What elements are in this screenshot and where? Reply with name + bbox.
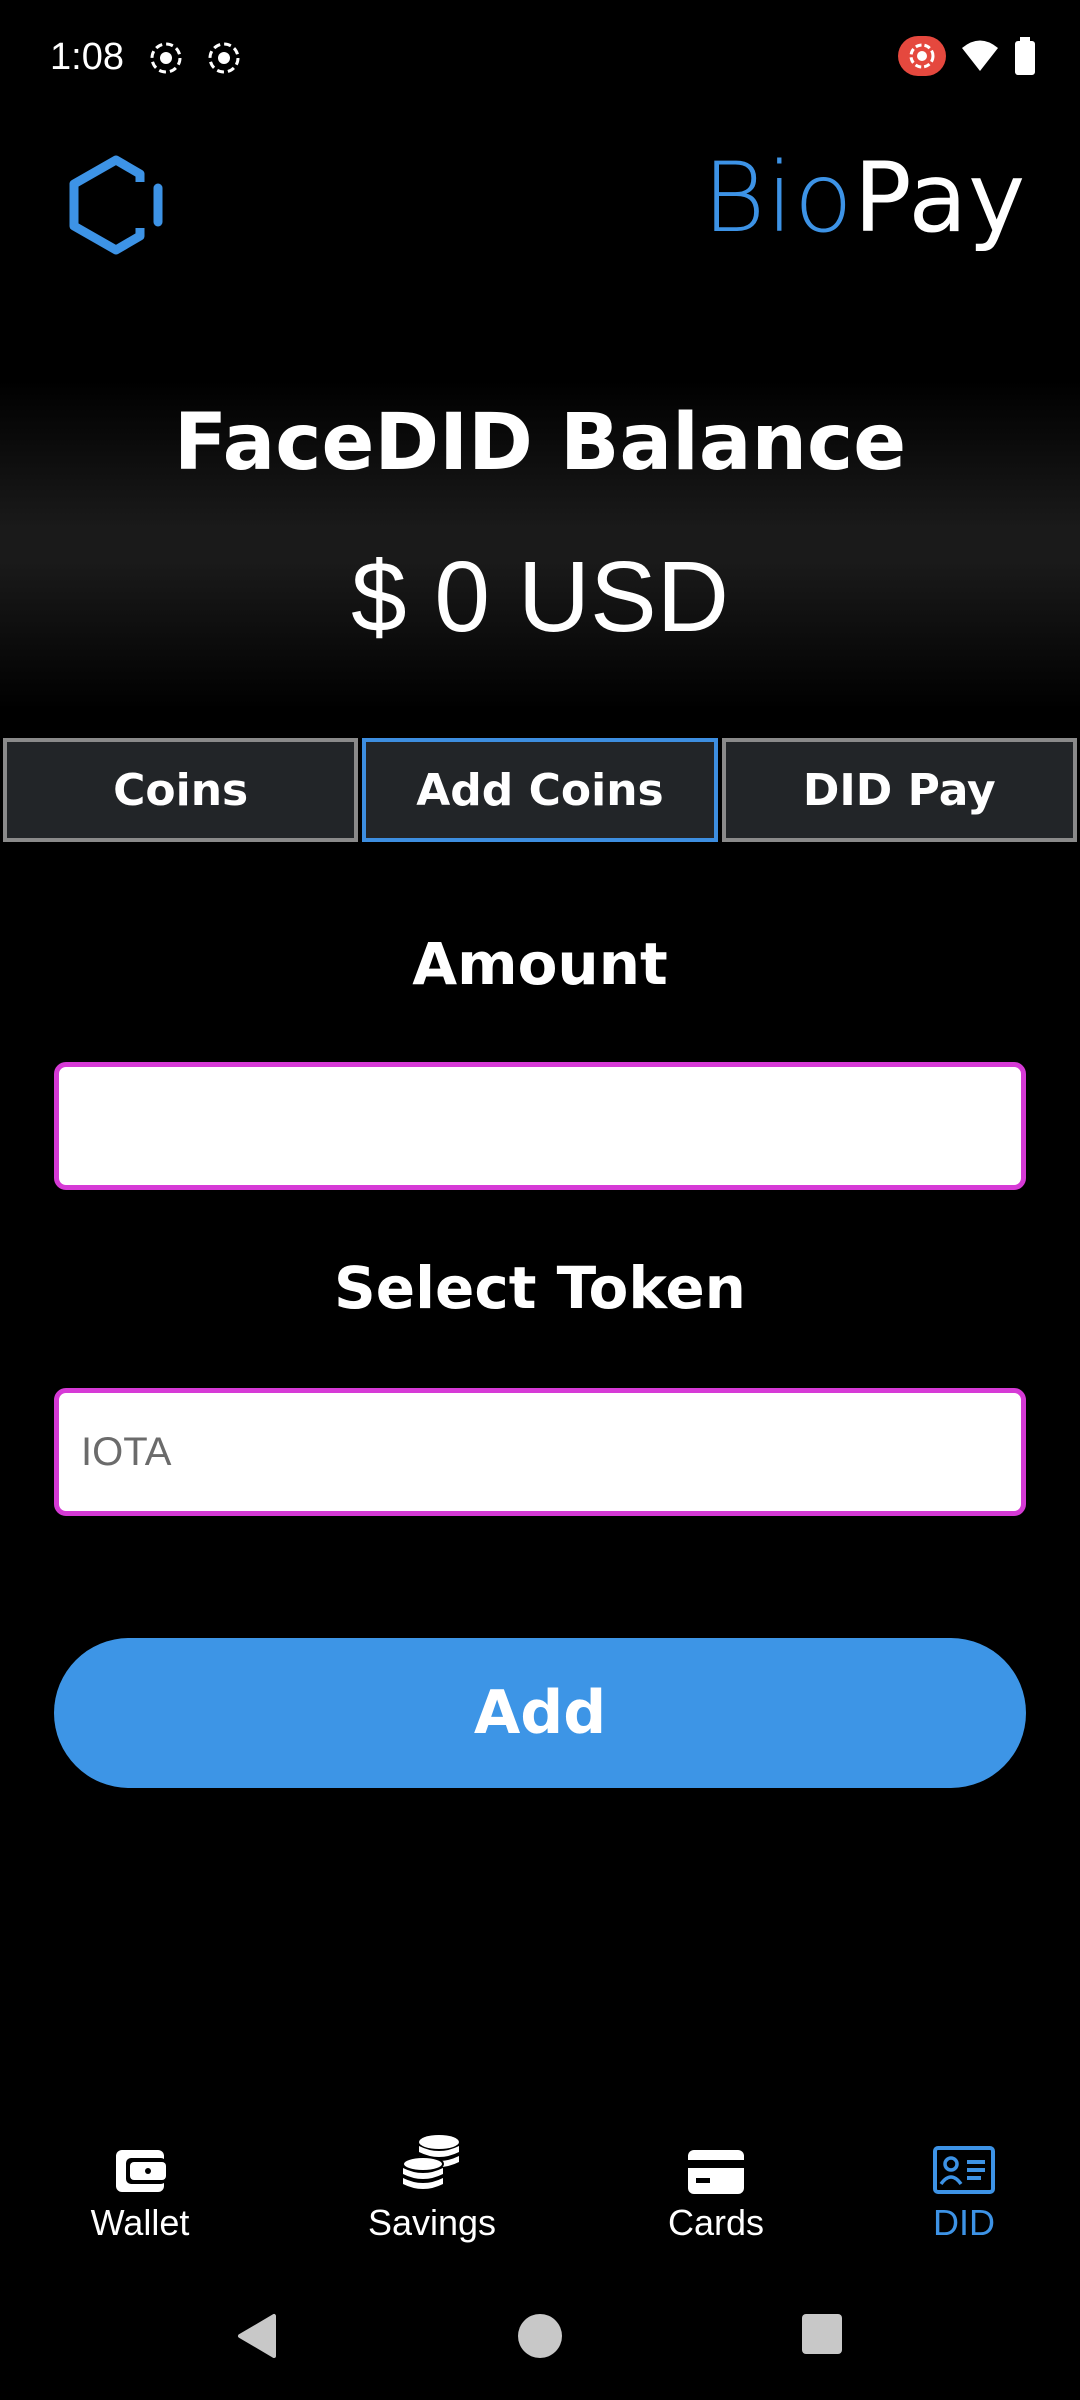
status-bar: 1:08	[0, 0, 1080, 120]
tab-did-pay[interactable]: DID Pay	[721, 738, 1077, 842]
amount-input[interactable]	[54, 1062, 1026, 1190]
add-button[interactable]: Add	[54, 1638, 1026, 1788]
nav-label-savings: Savings	[367, 2202, 497, 2243]
status-time: 1:08	[50, 36, 124, 78]
nav-item-did[interactable]: DID	[864, 2120, 1064, 2270]
wifi-icon	[962, 40, 998, 71]
screen-record-icon	[208, 42, 240, 74]
balance-title: FaceDID Balance	[173, 398, 907, 488]
nav-item-wallet[interactable]: Wallet	[40, 2120, 240, 2270]
coins-stack-icon	[402, 2135, 459, 2189]
nav-item-savings[interactable]: Savings	[332, 2120, 532, 2270]
home-icon[interactable]	[516, 2312, 564, 2360]
system-nav-bar	[0, 2290, 1080, 2390]
bottom-nav: Wallet Savings Cards DID	[0, 2120, 1080, 2270]
hexagon-logo-icon[interactable]	[60, 142, 172, 268]
screen: 1:08 BioPay FaceDID Balance $ 0 USD Coin…	[0, 0, 1080, 2400]
token-input[interactable]	[54, 1388, 1026, 1516]
battery-icon	[1015, 37, 1035, 75]
tab-coins[interactable]: Coins	[3, 738, 359, 842]
nav-item-cards[interactable]: Cards	[616, 2120, 816, 2270]
screen-record-icon	[150, 42, 182, 74]
recents-icon[interactable]	[800, 2312, 844, 2356]
brand-pay: Pay	[853, 142, 1026, 254]
brand-bio: Bio	[702, 142, 854, 254]
amount-label: Amount	[412, 930, 668, 998]
back-icon[interactable]	[234, 2312, 278, 2360]
tab-bar: Coins Add Coins DID Pay	[3, 738, 1077, 842]
status-icons	[898, 36, 1036, 76]
wallet-icon	[116, 2150, 166, 2192]
nav-label-cards: Cards	[667, 2202, 765, 2243]
id-card-icon	[933, 2146, 995, 2194]
tab-add-coins[interactable]: Add Coins	[362, 738, 718, 842]
balance-amount: $ 0 USD	[351, 541, 729, 653]
credit-card-icon	[688, 2150, 744, 2194]
nav-label-did: DID	[933, 2202, 995, 2243]
nav-label-wallet: Wallet	[90, 2202, 190, 2243]
cast-recording-icon	[898, 36, 946, 76]
brand-title: BioPay	[703, 142, 1026, 254]
select-token-label: Select Token	[334, 1254, 746, 1322]
